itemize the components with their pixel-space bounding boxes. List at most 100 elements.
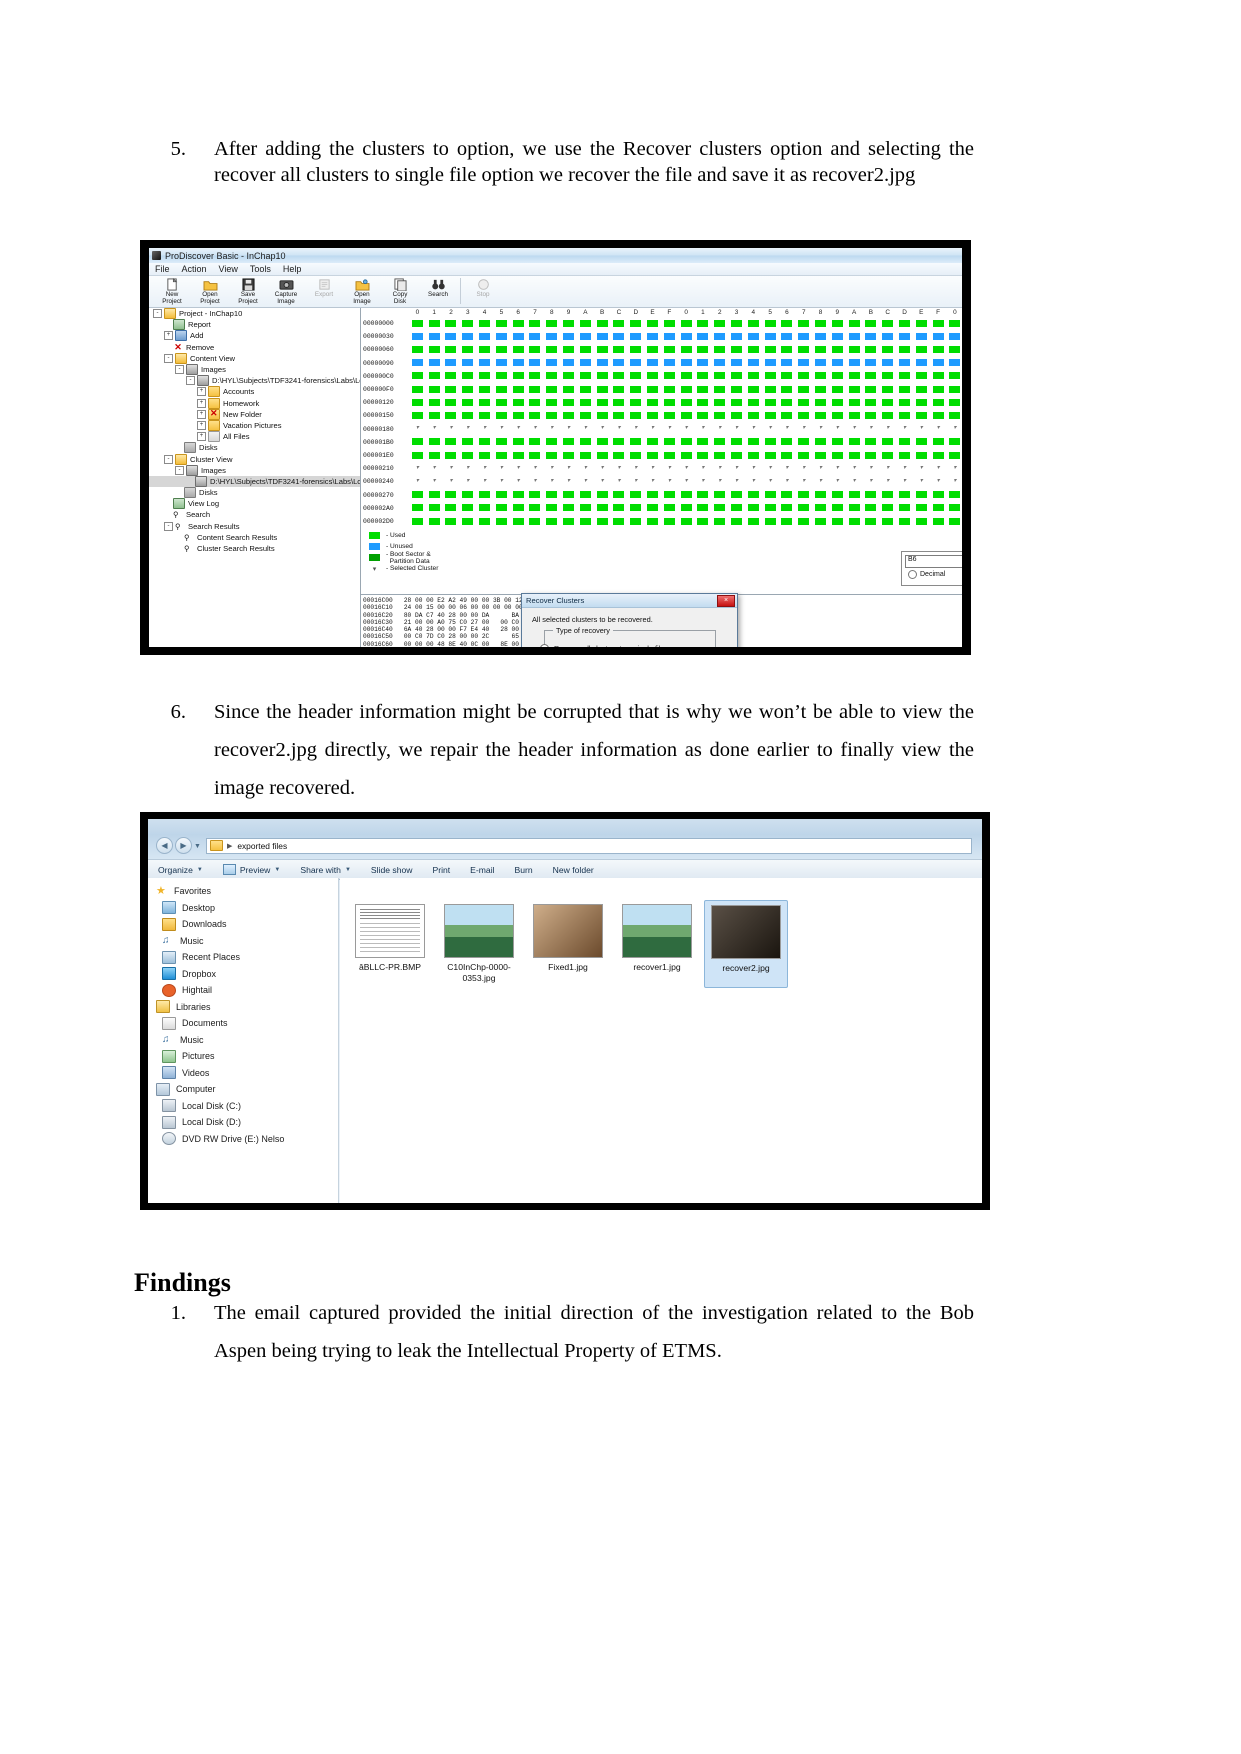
cluster-cell[interactable] xyxy=(476,385,493,394)
cluster-cell[interactable] xyxy=(863,372,880,380)
cluster-cell[interactable] xyxy=(627,517,644,526)
cluster-cell[interactable] xyxy=(762,372,779,380)
cluster-cell[interactable] xyxy=(947,359,963,367)
cluster-cell[interactable] xyxy=(661,345,678,354)
cluster-cell[interactable] xyxy=(846,345,863,354)
cluster-cell[interactable] xyxy=(779,385,796,394)
cluster-cell[interactable] xyxy=(896,517,913,526)
tree-node-3[interactable]: ✕ Remove xyxy=(149,342,360,353)
radio-recover-single-file[interactable]: Recover all clusters to a single file xyxy=(540,644,664,647)
cluster-cell[interactable] xyxy=(762,491,779,499)
explorer-navigation-pane[interactable]: ★ Favorites Desktop Downloads ♫ Music Recent P… xyxy=(148,878,339,1203)
file-tile-1[interactable]: C10InChp-0000-0353.jpg xyxy=(437,900,521,988)
toolbar-save-project[interactable]: Save Project xyxy=(229,276,267,305)
cluster-cell[interactable] xyxy=(510,385,527,394)
cluster-cell[interactable] xyxy=(745,451,762,460)
cluster-cell[interactable] xyxy=(493,517,510,526)
cluster-cell[interactable] xyxy=(930,359,947,367)
nav-item-music[interactable]: ♫ Music xyxy=(148,1032,338,1049)
cluster-cell[interactable] xyxy=(879,517,896,526)
cluster-cell[interactable] xyxy=(913,319,930,328)
cluster-cell[interactable] xyxy=(443,411,460,420)
cluster-cell[interactable]: ▾ xyxy=(711,478,728,486)
cluster-cell[interactable]: ▾ xyxy=(661,425,678,433)
cluster-cell[interactable]: ▾ xyxy=(745,425,762,433)
cluster-cell[interactable] xyxy=(728,345,745,354)
cluster-cell[interactable] xyxy=(879,332,896,341)
cluster-cell[interactable]: ▾ xyxy=(611,425,628,433)
cluster-cell[interactable] xyxy=(594,438,611,446)
cluster-cell[interactable] xyxy=(443,491,460,499)
cluster-cell[interactable] xyxy=(678,504,695,512)
cluster-cell[interactable] xyxy=(627,398,644,407)
cluster-cell[interactable] xyxy=(728,411,745,420)
cluster-cell[interactable] xyxy=(896,411,913,420)
cluster-cell[interactable]: ▾ xyxy=(695,478,712,486)
cluster-cell[interactable] xyxy=(863,451,880,460)
cluster-cell[interactable]: ▾ xyxy=(443,465,460,473)
cluster-cell[interactable] xyxy=(594,332,611,341)
tree-node-4[interactable]: - Content View xyxy=(149,352,360,364)
cluster-cell[interactable] xyxy=(661,438,678,446)
cluster-cell[interactable] xyxy=(510,451,527,460)
cluster-cell[interactable]: ▾ xyxy=(611,465,628,473)
tree-expander[interactable]: - xyxy=(186,376,195,386)
address-bar[interactable]: ▶ exported files xyxy=(205,837,972,854)
nav-item-local-disk-c[interactable]: Local Disk (C:) xyxy=(148,1098,338,1115)
cluster-cell[interactable] xyxy=(762,398,779,407)
toolbar-stop[interactable]: Stop xyxy=(464,276,502,299)
cluster-cell[interactable]: ▾ xyxy=(879,465,896,473)
cluster-cell[interactable] xyxy=(829,517,846,526)
file-tile-2[interactable]: Fixed1.jpg xyxy=(526,900,610,988)
cluster-cell[interactable] xyxy=(644,411,661,420)
cluster-cell[interactable] xyxy=(560,517,577,526)
cluster-cell[interactable] xyxy=(409,517,426,526)
cluster-cell[interactable] xyxy=(443,451,460,460)
cluster-cell[interactable] xyxy=(863,319,880,328)
cluster-cell[interactable] xyxy=(879,319,896,328)
cluster-cell[interactable] xyxy=(695,438,712,446)
cluster-cell[interactable] xyxy=(661,517,678,526)
command-organize[interactable]: Organize ▼ xyxy=(148,865,213,875)
cluster-cell[interactable]: ▾ xyxy=(577,478,594,486)
cluster-cell[interactable]: ▾ xyxy=(695,465,712,473)
cluster-cell[interactable] xyxy=(879,451,896,460)
cluster-cell[interactable]: ▾ xyxy=(879,478,896,486)
cluster-cell[interactable] xyxy=(577,332,594,341)
nav-item-dropbox[interactable]: Dropbox xyxy=(148,966,338,983)
cluster-cell[interactable] xyxy=(443,504,460,512)
tree-node-10[interactable]: + Vacation Pictures xyxy=(149,419,360,431)
cluster-cell[interactable]: ▾ xyxy=(879,425,896,433)
cluster-cell[interactable] xyxy=(409,319,426,328)
tree-expander[interactable]: - xyxy=(175,365,184,375)
cluster-cell[interactable] xyxy=(846,491,863,499)
cluster-cell[interactable]: ▾ xyxy=(863,425,880,433)
cluster-cell[interactable] xyxy=(930,504,947,512)
cluster-cell[interactable] xyxy=(443,385,460,394)
cluster-cell[interactable] xyxy=(476,411,493,420)
nav-item-hightail[interactable]: Hightail xyxy=(148,982,338,999)
cluster-cell[interactable] xyxy=(930,517,947,526)
cluster-cell[interactable]: ▾ xyxy=(493,465,510,473)
cluster-cell[interactable] xyxy=(459,332,476,341)
cluster-cell[interactable]: ▾ xyxy=(678,478,695,486)
cluster-cell[interactable] xyxy=(644,517,661,526)
cluster-cell[interactable]: ▾ xyxy=(527,465,544,473)
cluster-cell[interactable] xyxy=(678,332,695,341)
cluster-cell[interactable]: ▾ xyxy=(930,425,947,433)
cluster-cell[interactable] xyxy=(678,372,695,380)
command-print[interactable]: Print xyxy=(422,865,460,875)
cluster-cell[interactable] xyxy=(543,517,560,526)
cluster-cell[interactable] xyxy=(947,319,963,328)
tree-expander[interactable]: + xyxy=(197,398,206,408)
cluster-cell[interactable] xyxy=(611,411,628,420)
cluster-cell[interactable] xyxy=(577,517,594,526)
cluster-cell[interactable] xyxy=(779,438,796,446)
cluster-cell[interactable] xyxy=(459,504,476,512)
cluster-cell[interactable] xyxy=(611,398,628,407)
cluster-cell[interactable] xyxy=(678,491,695,499)
cluster-cell[interactable] xyxy=(644,451,661,460)
cluster-cell[interactable] xyxy=(913,372,930,380)
cluster-cell[interactable] xyxy=(762,359,779,367)
cluster-cell[interactable] xyxy=(476,332,493,341)
